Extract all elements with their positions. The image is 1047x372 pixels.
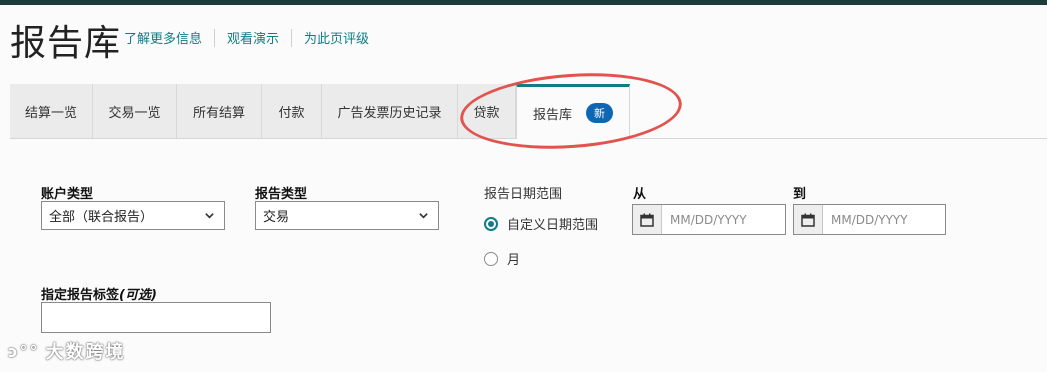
from-date-placeholder: MM/DD/YYYY bbox=[670, 212, 747, 227]
tab-label: 交易一览 bbox=[108, 105, 161, 121]
report-type-value: 交易 bbox=[263, 210, 290, 225]
top-bar bbox=[0, 0, 1047, 5]
radio-label: 自定义日期范围 bbox=[507, 218, 599, 233]
tab-transaction-summary[interactable]: 交易一览 bbox=[93, 84, 177, 138]
learn-more-link[interactable]: 了解更多信息 bbox=[124, 28, 202, 47]
tab-label: 结算一览 bbox=[24, 105, 77, 121]
from-date-input[interactable]: MM/DD/YYYY bbox=[632, 204, 786, 235]
to-date-placeholder: MM/DD/YYYY bbox=[831, 212, 908, 227]
report-type-select[interactable]: 交易 bbox=[255, 201, 439, 230]
radio-label: 月 bbox=[507, 253, 521, 268]
divider bbox=[291, 28, 293, 47]
optional-hint: (可选) bbox=[119, 288, 157, 303]
account-type-label: 账户类型 bbox=[41, 187, 94, 202]
account-type-value: 全部（联合报告） bbox=[49, 210, 154, 225]
chevron-down-icon bbox=[205, 213, 214, 219]
watermark: ↄ°° 大数跨境 bbox=[8, 338, 125, 364]
tab-label: 所有结算 bbox=[192, 105, 245, 121]
radio-selected bbox=[484, 216, 498, 231]
from-label: 从 bbox=[633, 187, 647, 202]
annotation-circle bbox=[457, 66, 685, 156]
page-title: 报告库 bbox=[10, 23, 122, 64]
tab-payments[interactable]: 付款 bbox=[262, 84, 322, 138]
tab-label: 付款 bbox=[278, 105, 305, 121]
tab-settlement-summary[interactable]: 结算一览 bbox=[10, 84, 93, 138]
to-date-input[interactable]: MM/DD/YYYY bbox=[793, 204, 946, 235]
report-tag-label: 指定报告标签(可选) bbox=[41, 284, 157, 303]
calendar-icon[interactable] bbox=[633, 205, 662, 234]
watermark-logo-icon: ↄ°° bbox=[8, 341, 40, 361]
report-type-label: 报告类型 bbox=[255, 187, 308, 202]
tab-label: 广告发票历史记录 bbox=[337, 105, 442, 121]
watch-demo-link[interactable]: 观看演示 bbox=[227, 28, 279, 47]
rate-page-link[interactable]: 为此页评级 bbox=[304, 28, 369, 47]
header-links: 了解更多信息 观看演示 为此页评级 bbox=[124, 28, 369, 47]
radio-unselected bbox=[484, 251, 498, 266]
report-tag-input[interactable] bbox=[41, 302, 271, 333]
custom-date-range-radio[interactable]: 自定义日期范围 bbox=[484, 214, 598, 233]
month-radio[interactable]: 月 bbox=[484, 249, 520, 268]
chevron-down-icon bbox=[419, 213, 428, 219]
report-tag-label-text: 指定报告标签 bbox=[41, 288, 120, 303]
tab-ad-invoice-history[interactable]: 广告发票历史记录 bbox=[322, 84, 458, 138]
date-range-label: 报告日期范围 bbox=[484, 187, 563, 202]
account-type-select[interactable]: 全部（联合报告） bbox=[41, 201, 225, 230]
calendar-icon[interactable] bbox=[794, 205, 823, 234]
to-label: 到 bbox=[793, 187, 807, 202]
tab-all-settlements[interactable]: 所有结算 bbox=[177, 84, 262, 138]
watermark-text: 大数跨境 bbox=[45, 342, 126, 363]
divider bbox=[214, 28, 216, 47]
